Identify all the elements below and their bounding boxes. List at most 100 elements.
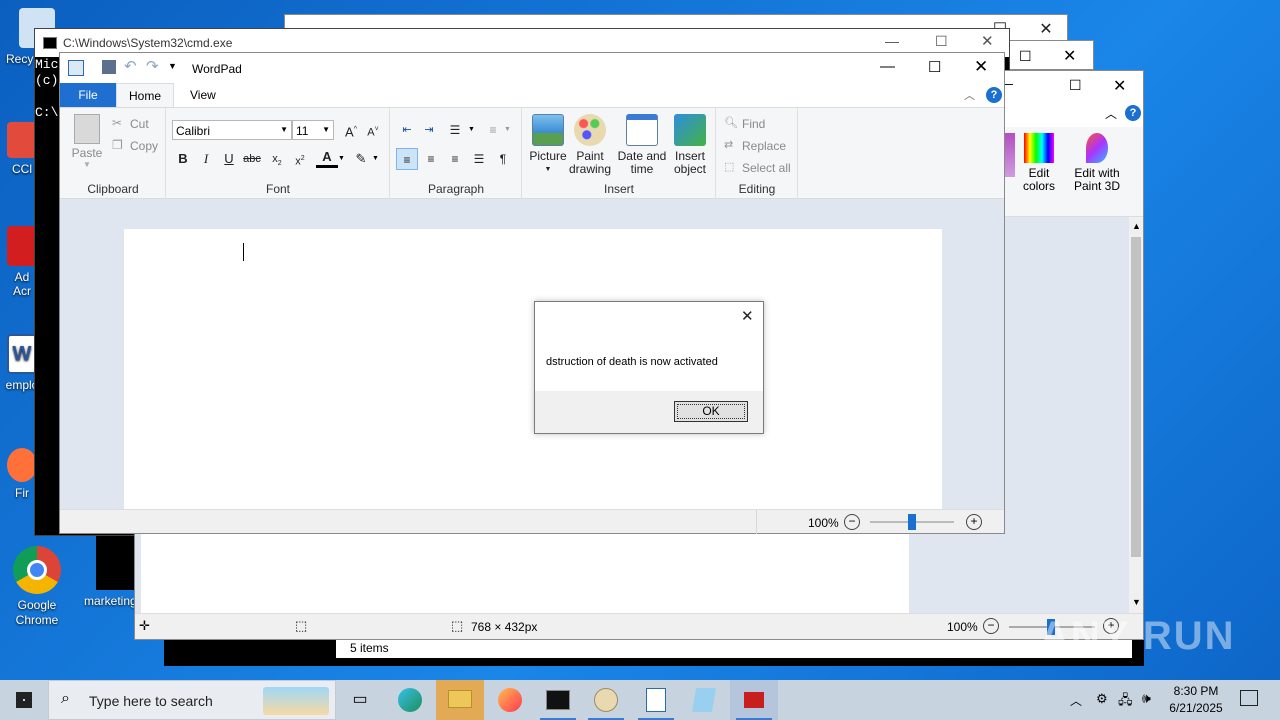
picture-icon [532,114,564,146]
clock[interactable]: 8:30 PM 6/21/2025 [1164,683,1228,717]
redo-icon[interactable]: ↷ [146,57,159,75]
ok-button[interactable]: OK [674,401,748,422]
quick-access-dropdown-icon[interactable]: ▼ [168,61,177,71]
font-label: Font [265,182,290,196]
selection-icon: ⬚ [295,618,308,633]
wordpad-close-icon[interactable]: ✕ [974,57,988,77]
wordpad-minimize-icon[interactable]: — [880,58,895,75]
paragraph-label: Paragraph [427,182,485,196]
justify-icon[interactable]: ☰ [468,148,490,170]
paint-close-icon[interactable]: ✕ [1113,76,1126,96]
app-taskbar-icon[interactable] [730,680,778,720]
paint-maximize-icon[interactable]: ☐ [1069,77,1082,94]
wordpad-maximize-icon[interactable]: ☐ [928,58,941,76]
zoom-slider[interactable] [870,514,954,530]
cut-button[interactable]: Cut [130,117,149,131]
paint-drawing-button[interactable]: Paint drawing [562,114,618,176]
explorer-window-front[interactable]: 5 items [164,640,1144,666]
cmd-taskbar-icon[interactable] [534,680,582,720]
cmd-minimize-icon[interactable]: — [885,33,899,49]
save-icon[interactable] [102,60,116,74]
paste-button[interactable]: Paste ▼ [68,114,106,169]
align-center-icon[interactable]: ≡ [420,148,442,170]
tab-file[interactable]: File [60,83,116,107]
highlight-icon[interactable]: ✎ [350,148,372,170]
notepad-taskbar-icon[interactable] [680,680,728,720]
editing-label: Editing [738,182,776,196]
bullet-dropdown-icon[interactable]: ▼ [468,126,475,133]
task-view-button[interactable]: ▭ [336,680,384,720]
desktop-icon-chrome[interactable]: Google Chrome [2,546,72,628]
network-icon[interactable]: 🖧︎ [1118,691,1133,713]
bullet-list-icon[interactable]: ☰ [444,119,466,141]
edit-with-paint3d-button[interactable]: Edit with Paint 3D [1067,133,1127,193]
paragraph-settings-icon[interactable]: ¶ [492,148,514,170]
undo-icon[interactable]: ↶ [124,57,137,75]
wordpad-taskbar-icon[interactable] [632,680,680,720]
font-color-dropdown-icon[interactable]: ▼ [338,155,345,162]
explorer-taskbar-icon[interactable] [436,680,484,720]
zoom-thumb[interactable] [908,514,916,530]
message-dialog[interactable]: ✕ dstruction of death is now activated O… [534,301,764,434]
subscript-icon[interactable]: x2 [266,148,288,170]
paint-taskbar-icon[interactable] [582,680,630,720]
find-button[interactable]: Find [742,117,765,131]
paint-help-icon[interactable]: ? [1125,105,1141,121]
paint-vscroll[interactable]: ▲ ▼ [1129,217,1143,613]
anyrun-watermark: ANY RUN [1040,614,1236,658]
dialog-close-icon[interactable]: ✕ [741,307,754,325]
line-spacing-icon[interactable]: ≡ [482,119,504,141]
paint-zoom-out-icon[interactable]: − [983,618,999,634]
document-area [60,199,1004,509]
zoom-in-icon[interactable]: + [966,514,982,530]
zoom-out-icon[interactable]: − [844,514,860,530]
increase-indent-icon[interactable]: ⇥ [418,119,440,141]
align-right-icon[interactable]: ≡ [444,148,466,170]
wordpad-titlebar[interactable]: ↶ ↷ ▼ WordPad — ☐ ✕ [60,53,1004,83]
strikethrough-icon[interactable]: abc [241,148,263,170]
mid-close-icon[interactable]: ✕ [1063,46,1076,66]
wordpad-help-icon[interactable]: ? [986,87,1002,103]
notifications-icon[interactable] [1240,690,1258,706]
align-left-icon[interactable]: ≡ [396,148,418,170]
tab-view[interactable]: View [176,83,230,107]
underline-icon[interactable]: U [218,148,240,170]
find-icon: 🔍︎ [724,117,738,129]
replace-button[interactable]: Replace [742,139,786,153]
start-button[interactable] [0,680,48,720]
document-page[interactable] [124,229,942,509]
bold-icon[interactable]: B [172,148,194,170]
wordpad-statusbar: 100% − + [60,509,1004,534]
ribbon-collapse-icon[interactable]: ︿ [964,87,975,103]
tray-overflow-icon[interactable]: ︿ [1070,692,1082,709]
mid-maximize-icon[interactable]: ☐ [1019,48,1032,65]
font-size-select[interactable]: 11 ▼ [292,120,334,140]
italic-icon[interactable]: I [195,148,217,170]
search-icon: ⌕ [61,690,70,707]
search-box[interactable]: ⌕ Type here to search [48,680,336,720]
font-family-select[interactable]: Calibri ▼ [172,120,292,140]
highlight-dropdown-icon[interactable]: ▼ [372,155,379,162]
decrease-indent-icon[interactable]: ⇤ [396,119,418,141]
superscript-icon[interactable]: x2 [289,148,311,170]
volume-icon[interactable]: 🕪︎ [1142,690,1151,707]
edit-colors-button[interactable]: Edit colors [1019,133,1059,193]
edge-taskbar-icon[interactable] [386,680,434,720]
chevron-down-icon: ▼ [322,125,330,134]
firefox-taskbar-icon[interactable] [486,680,534,720]
cmd-maximize-icon[interactable]: ☐ [935,33,948,50]
paint-collapse-icon[interactable]: ︿ [1105,105,1117,122]
tray-app-icon[interactable]: ⚙ [1096,691,1108,707]
grow-font-icon[interactable]: A^ [340,119,362,141]
shrink-font-icon[interactable]: A˅ [362,119,384,141]
select-all-button[interactable]: Select all [742,161,791,175]
copy-button[interactable]: Copy [130,139,158,153]
wordpad-window[interactable]: ↶ ↷ ▼ WordPad — ☐ ✕ File Home View ︿ ? P… [59,52,1005,534]
cmd-close-icon[interactable]: ✕ [981,32,994,50]
explorer-window-mid[interactable]: ☐ ✕ [1006,40,1094,70]
tab-home[interactable]: Home [116,83,174,107]
line-spacing-dropdown-icon[interactable]: ▼ [504,126,511,133]
insert-object-button[interactable]: Insert object [662,114,718,176]
editing-group: 🔍︎ Find ⇄ Replace ⬚ Select all Editing [716,108,798,200]
font-color-icon[interactable]: A [316,148,338,168]
